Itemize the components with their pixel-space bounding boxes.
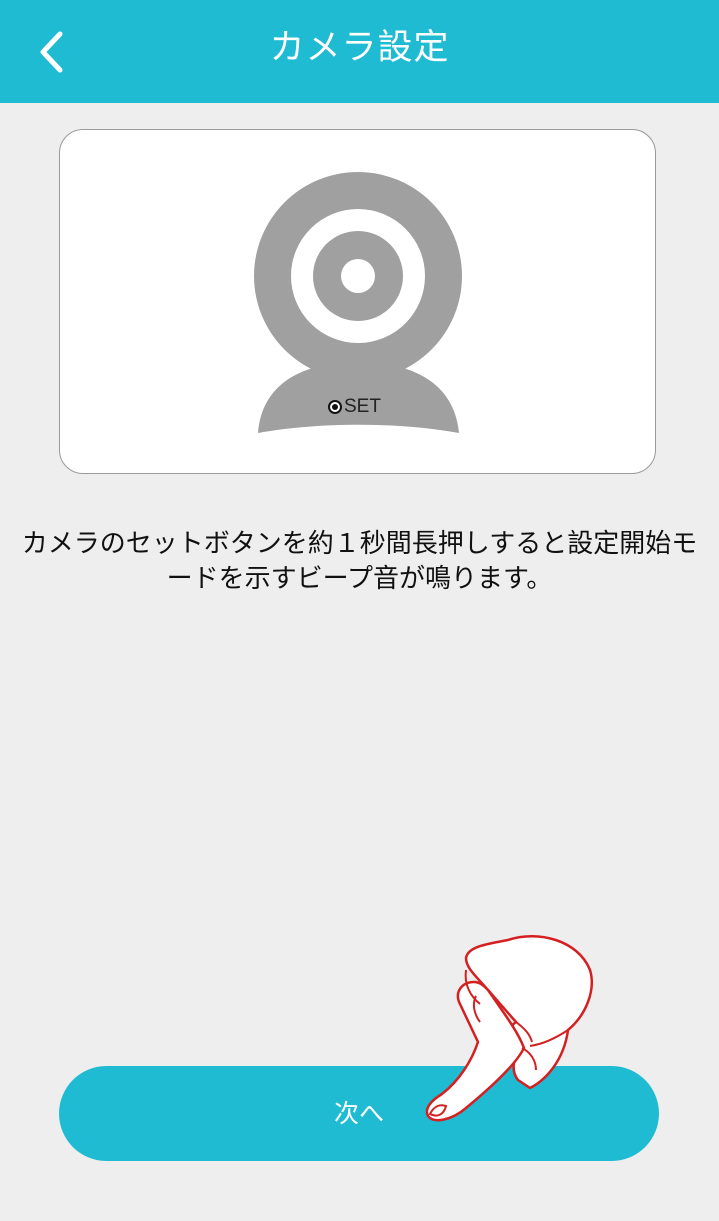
next-button[interactable]: 次へ	[59, 1066, 659, 1161]
header-bar: カメラ設定	[0, 0, 719, 103]
camera-icon	[254, 172, 462, 433]
camera-illustration-card: SET	[59, 129, 656, 474]
instruction-text: カメラのセットボタンを約１秒間長押しすると設定開始モードを示すビープ音が鳴ります…	[21, 529, 698, 594]
page-title: カメラ設定	[269, 28, 450, 68]
set-label: SET	[344, 396, 381, 417]
